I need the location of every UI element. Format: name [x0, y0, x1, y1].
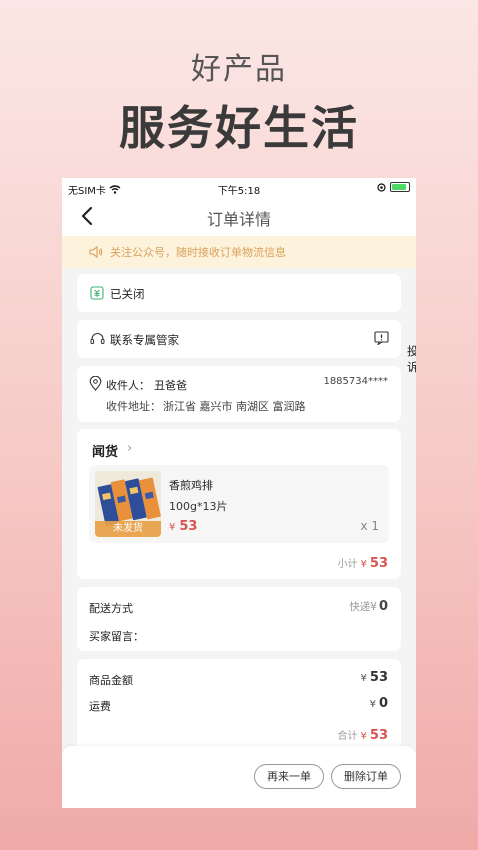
phone-screen: 无SIM卡 下午5:18 订单详情 关注公众号，随时接收订单物流信息 已关闭 联…	[62, 178, 416, 808]
subtotal: 小计 ¥53	[338, 555, 388, 571]
total-label: 合计	[337, 731, 358, 742]
location-pin-icon	[89, 376, 102, 391]
total-currency: ¥	[360, 731, 367, 742]
item-name: 香煎鸡排	[169, 479, 213, 492]
receiver-label: 收件人：	[106, 379, 150, 392]
notice-banner[interactable]: 关注公众号，随时接收订单物流信息	[62, 236, 416, 268]
address-value: 浙江省 嘉兴市 南湖区 富润路	[163, 400, 306, 413]
buyer-message-label: 买家留言：	[89, 630, 144, 643]
orientation-lock-icon	[377, 182, 386, 192]
shipping-currency: ¥	[369, 699, 376, 710]
list-item[interactable]: 未发货 香煎鸡排 100g*13片 ¥53 x 1	[89, 465, 389, 543]
order-total: 合计 ¥53	[338, 727, 388, 743]
address-card: 收件人： 丑爸爸 1885734**** 收件地址： 浙江省 嘉兴市 南湖区 富…	[77, 366, 401, 422]
goods-amount-value: 53	[369, 670, 388, 685]
shipping-amount: ¥0	[370, 696, 388, 711]
nav-bar: 订单详情	[62, 198, 416, 236]
address-label: 收件地址：	[106, 400, 161, 413]
bottom-action-bar: 再来一单 删除订单	[62, 746, 416, 808]
item-quantity: x 1	[360, 519, 379, 533]
total-value: 53	[369, 728, 388, 743]
delivery-currency: ¥	[370, 601, 377, 613]
goods-amount-label: 商品金额	[89, 674, 133, 687]
delete-order-button[interactable]: 删除订单	[331, 764, 401, 789]
delivery-method-label: 配送方式	[89, 602, 133, 615]
subtotal-currency: ¥	[360, 559, 367, 570]
speaker-icon	[89, 245, 103, 259]
order-status-icon	[90, 286, 104, 300]
subtotal-value: 53	[369, 556, 388, 571]
delivery-card: 配送方式 快递¥ 0 买家留言：	[77, 587, 401, 651]
promo-title: 服务好生活	[119, 101, 359, 155]
store-name[interactable]: 闻货	[92, 441, 118, 460]
contact-manager-link[interactable]: 联系专属管家	[110, 332, 179, 348]
goods-amount: ¥53	[361, 670, 388, 685]
subtotal-label: 小计	[337, 559, 358, 570]
warning-icon	[374, 331, 389, 345]
shipping-value: 0	[378, 696, 388, 711]
complain-label: 投诉	[407, 344, 416, 374]
order-status-text: 已关闭	[110, 287, 145, 301]
receiver-name: 丑爸爸	[154, 379, 187, 392]
delivery-method-name: 快递	[349, 601, 371, 613]
item-currency: ¥	[169, 522, 176, 533]
headset-icon	[90, 333, 105, 344]
goods-amount-currency: ¥	[360, 673, 367, 684]
item-price: ¥53	[169, 519, 197, 534]
rebuy-button[interactable]: 再来一单	[254, 764, 324, 789]
order-status-card: 已关闭	[77, 274, 401, 312]
contact-card: 联系专属管家 投诉	[77, 320, 416, 374]
unshipped-badge: 未发货	[95, 521, 161, 537]
delivery-method-value: 快递¥ 0	[349, 599, 388, 614]
goods-card: 闻货 › 未发货 香煎鸡排 100g*13片 ¥ 53 x 1 小计 ¥ 53	[77, 429, 401, 579]
status-bar: 无SIM卡 下午5:18	[62, 178, 416, 198]
page-title: 订单详情	[206, 210, 271, 229]
chevron-right-icon[interactable]: ›	[127, 441, 132, 456]
summary-card: 商品金额 ¥53 运费 ¥0 合计 ¥53	[77, 659, 401, 759]
item-spec: 100g*13片	[169, 500, 228, 513]
item-price-value: 53	[179, 519, 198, 534]
receiver-phone: 1885734****	[323, 376, 388, 387]
battery-icon	[390, 182, 410, 192]
promo-subtitle: 好产品	[191, 52, 287, 87]
status-right	[377, 182, 410, 192]
notice-text: 关注公众号，随时接收订单物流信息	[110, 246, 286, 259]
product-thumbnail: 未发货	[95, 471, 161, 537]
shipping-label: 运费	[89, 700, 111, 713]
clock-text: 下午5:18	[217, 186, 261, 197]
complain-button[interactable]: 投诉	[374, 331, 416, 374]
delivery-fee: 0	[378, 599, 388, 614]
